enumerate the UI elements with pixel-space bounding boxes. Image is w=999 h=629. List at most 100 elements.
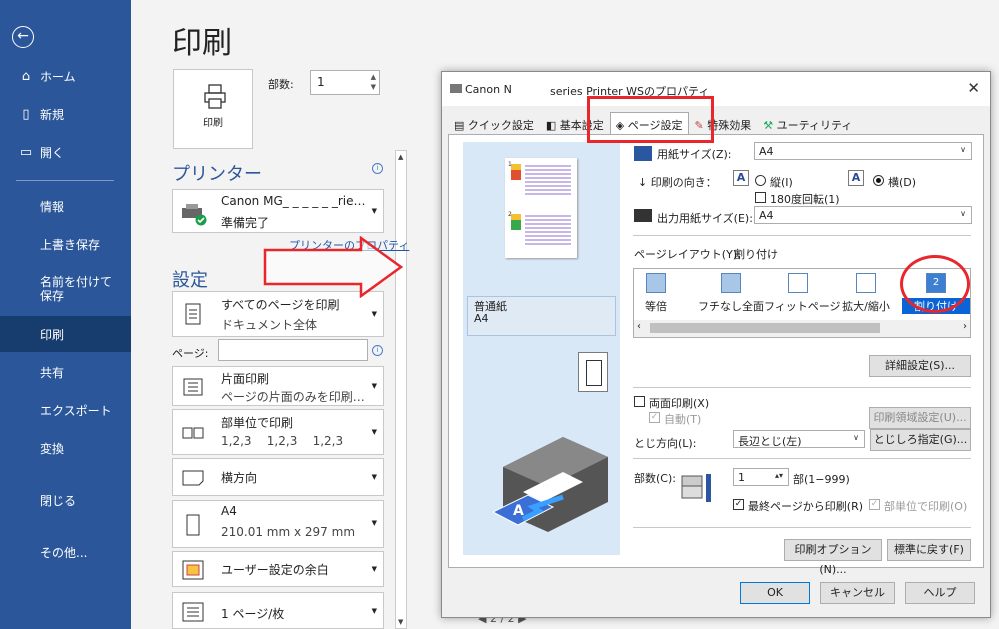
layout-scaled[interactable]: 拡大/縮小 <box>832 273 900 317</box>
preview-paper-type: 普通紙 <box>474 300 507 313</box>
sidebar-item-new[interactable]: ▯ 新規 <box>0 96 131 132</box>
sidebar-item-more[interactable]: その他... <box>0 534 131 570</box>
chevron-down-icon: ∨ <box>960 145 966 154</box>
binding-margin-button[interactable]: とじしろ指定(G)... <box>870 429 971 451</box>
dialog-copies-value: 1 <box>738 471 745 484</box>
layout-scrollbar[interactable]: ‹ › <box>634 320 970 337</box>
sidebar-item-close[interactable]: 閉じる <box>0 482 131 518</box>
info-icon[interactable]: i <box>372 345 383 356</box>
setting-line1: 部単位で印刷 <box>221 416 294 430</box>
chevron-down-icon: ∨ <box>960 209 966 218</box>
layout-borderless-icon <box>721 273 741 293</box>
print-area-button[interactable]: 印刷領域設定(U)... <box>869 407 971 429</box>
pages-input[interactable] <box>218 339 368 361</box>
sidebar-item-open[interactable]: ▭ 開く <box>0 134 131 170</box>
defaults-button[interactable]: 標準に戻す(F) <box>887 539 971 561</box>
setting-line2: ドキュメント全体 <box>221 318 318 332</box>
tab-utility[interactable]: ⚒ ユーティリティ <box>757 112 858 134</box>
output-size-label: 出力用紙サイズ(E): <box>657 212 753 225</box>
pages-per-sheet-icon <box>182 602 204 622</box>
setting-collate[interactable]: 部単位で印刷 1,2,3 1,2,3 1,2,3 ▼ <box>172 409 384 455</box>
sidebar-item-print[interactable]: 印刷 <box>0 316 131 352</box>
sidebar-item-share[interactable]: 共有 <box>0 354 131 390</box>
chevron-down-icon: ▼ <box>371 473 377 481</box>
folder-open-icon: ▭ <box>19 144 33 160</box>
utility-icon: ⚒ <box>763 119 777 132</box>
cancel-button[interactable]: キャンセル <box>820 582 895 604</box>
paper-size-select[interactable]: A4 ∨ <box>754 142 972 160</box>
setting-line1: 片面印刷 <box>221 372 270 386</box>
setting-paper-size[interactable]: A4 210.01 mm x 297 mm ▼ <box>172 500 384 548</box>
sidebar-item-home[interactable]: ⌂ ホーム <box>0 58 131 94</box>
scroll-left-icon[interactable]: ‹ <box>637 321 641 332</box>
scroll-right-icon[interactable]: › <box>963 321 967 332</box>
print-options-button[interactable]: 印刷オプション(N)... <box>784 539 882 576</box>
sidebar-item-export[interactable]: エクスポート <box>0 392 131 428</box>
spinner-icon[interactable]: ▴▾ <box>775 471 783 480</box>
copies-label: 部数: <box>268 78 294 91</box>
layout-fit-page[interactable]: フィットページ <box>764 273 841 317</box>
orientation-label: ↓ 印刷の向き： <box>638 176 717 189</box>
setting-duplex[interactable]: 片面印刷 ページの片面のみを印刷… ▼ <box>172 366 384 406</box>
paper-size-icon <box>634 146 652 161</box>
sidebar-item-label: 上書き保存 <box>40 237 101 252</box>
details-button[interactable]: 詳細設定(S)... <box>869 355 971 377</box>
one-sided-icon <box>183 378 203 396</box>
close-icon[interactable]: ✕ <box>967 79 980 97</box>
binding-side-value: 長辺とじ(左) <box>738 435 802 448</box>
chevron-down-icon: ▼ <box>371 565 377 573</box>
setting-pages-per-sheet[interactable]: 1 ページ/枚 ▼ <box>172 592 384 629</box>
dialog-copies-input[interactable]: 1 ▴▾ <box>733 468 789 486</box>
printer-heading: プリンター <box>172 164 262 185</box>
printer-select[interactable]: Canon MG_ _ _ _ _ _rie… 準備完了 ▼ <box>172 189 384 233</box>
paper-size-label: 用紙サイズ(Z): <box>657 148 732 161</box>
duplex-checkbox[interactable] <box>634 396 645 407</box>
scroll-up-icon[interactable]: ▲ <box>398 153 403 161</box>
layout-label: 等倍 <box>645 300 667 313</box>
layout-label: フィットページ <box>764 300 841 313</box>
scroll-down-icon[interactable]: ▼ <box>398 618 403 626</box>
collate-checkbox[interactable]: ✓ <box>869 499 880 510</box>
setting-orientation[interactable]: 横方向 ▼ <box>172 458 384 496</box>
sidebar-item-label: 開く <box>40 145 65 160</box>
settings-scrollbar[interactable]: ▲ ▼ <box>395 150 407 629</box>
copies-input[interactable]: 1 ▲ ▼ <box>310 70 380 95</box>
printer-status: 準備完了 <box>221 216 270 230</box>
layout-normal[interactable]: 等倍 <box>622 273 690 317</box>
page-layout-label: ページレイアウト(Y): <box>634 248 741 261</box>
rotate180-checkbox[interactable] <box>755 192 766 203</box>
copies-spinner[interactable]: ▲ ▼ <box>371 72 376 92</box>
sidebar-item-info[interactable]: 情報 <box>0 188 131 224</box>
dialog-title-left: Canon N <box>450 83 512 96</box>
binding-side-select[interactable]: 長辺とじ(左) ∨ <box>733 430 865 448</box>
sidebar-item-save[interactable]: 上書き保存 <box>0 226 131 262</box>
back-arrow-icon[interactable]: ← <box>12 26 34 48</box>
setting-line1: A4 <box>221 504 237 518</box>
landscape-radio[interactable] <box>873 175 884 186</box>
printer-illustration: A <box>493 437 608 532</box>
home-icon: ⌂ <box>21 68 31 84</box>
info-icon[interactable]: i <box>372 163 383 174</box>
sidebar-item-label: 新規 <box>40 107 65 122</box>
preview-paper-label: 普通紙 A4 <box>467 296 616 336</box>
sidebar-item-label: 情報 <box>40 199 65 214</box>
output-size-select[interactable]: A4 ∨ <box>754 206 972 224</box>
sidebar-item-save-as[interactable]: 名前を付けて保存 <box>0 266 131 312</box>
sidebar-item-transform[interactable]: 変換 <box>0 430 131 466</box>
rotate180-label: 180度回転(1) <box>770 193 840 206</box>
setting-margins[interactable]: ユーザー設定の余白 ▼ <box>172 551 384 587</box>
print-button[interactable]: 印刷 <box>173 69 253 149</box>
help-button[interactable]: ヘルプ <box>905 582 975 604</box>
landscape-icon: A <box>848 170 864 186</box>
chevron-down-icon: ▼ <box>371 607 377 615</box>
ok-button[interactable]: OK <box>740 582 810 604</box>
tab-quick-setup[interactable]: ▤ クイック設定 <box>448 112 540 134</box>
portrait-radio[interactable] <box>755 175 766 186</box>
landscape-icon <box>182 470 204 486</box>
layout-borderless[interactable]: フチなし全面 <box>697 273 765 317</box>
sidebar-item-label: ホーム <box>40 69 76 84</box>
auto-checkbox[interactable]: ✓ <box>649 412 660 423</box>
document-pages-icon <box>185 303 201 325</box>
scroll-thumb[interactable] <box>650 323 880 333</box>
last-page-first-checkbox[interactable]: ✓ <box>733 499 744 510</box>
